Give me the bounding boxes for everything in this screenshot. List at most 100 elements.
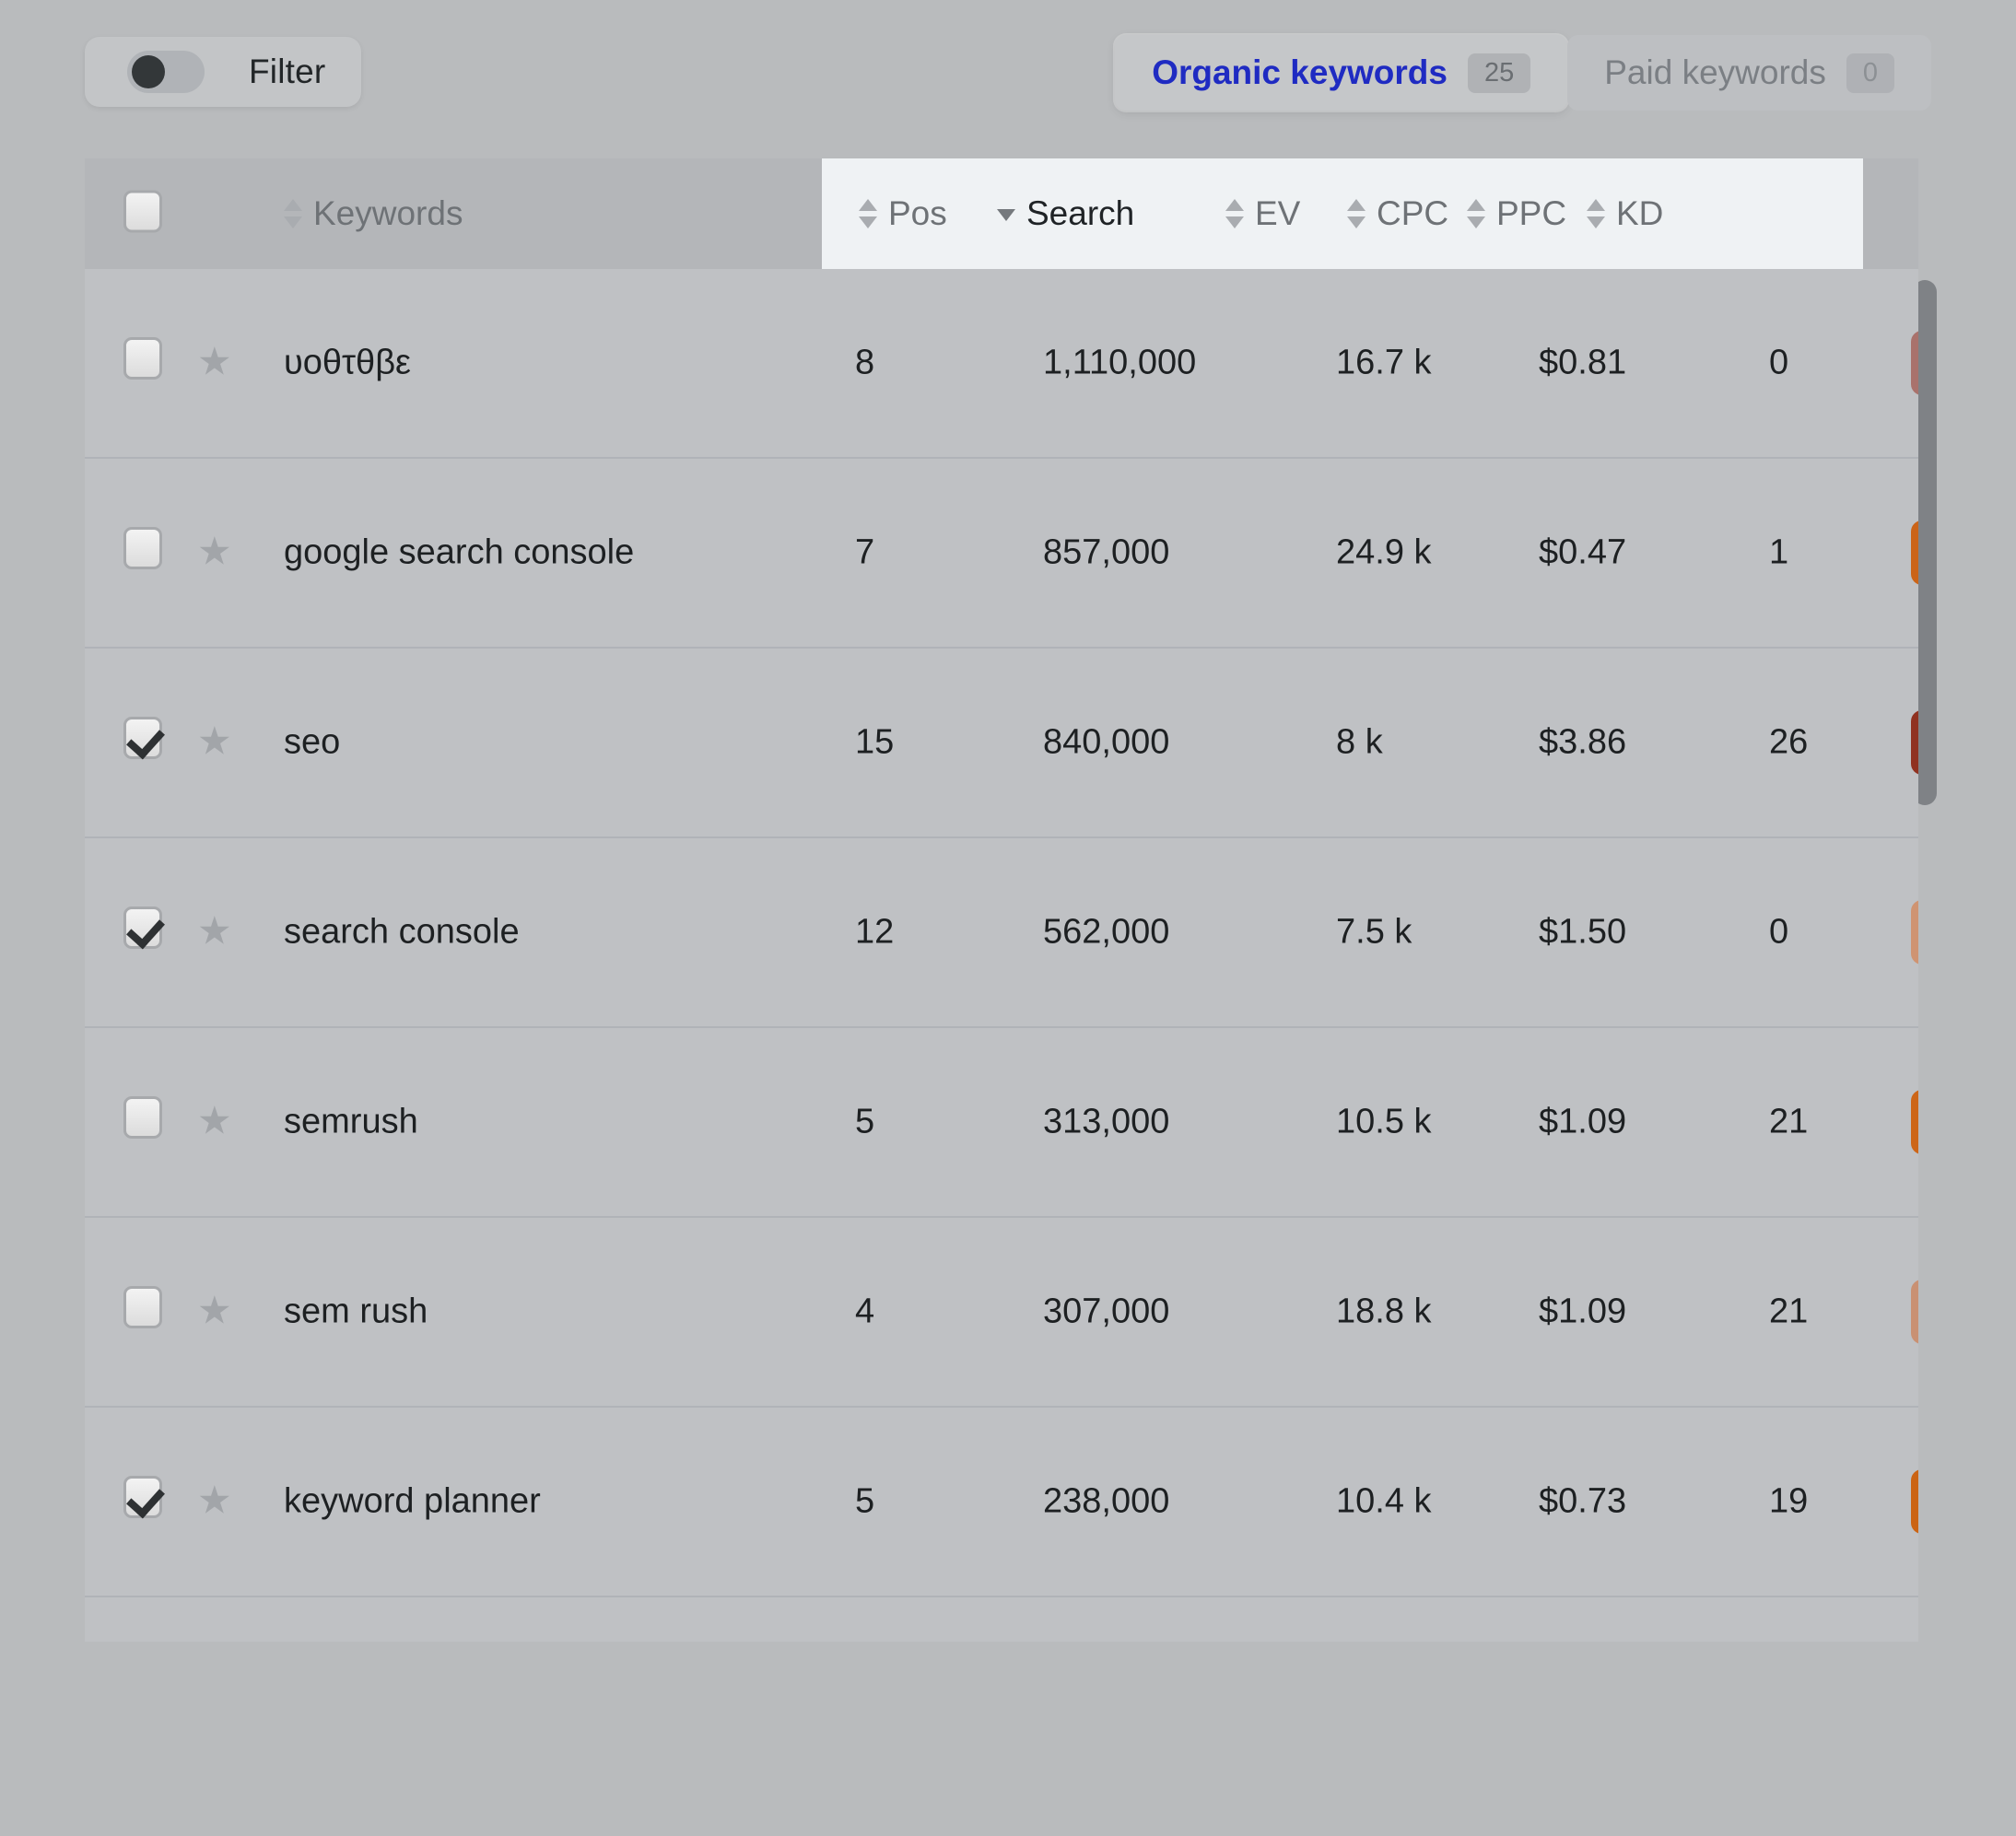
table-row[interactable]: ★semrush5313,00010.5 k$1.092157 [85, 1028, 1918, 1218]
row-checkbox[interactable] [123, 1096, 162, 1148]
cell-pos: 5 [855, 1103, 874, 1142]
cell-keyword: sem rush [284, 1292, 428, 1332]
cell-search: 840,000 [1043, 723, 1169, 763]
star-icon[interactable]: ★ [197, 532, 232, 574]
star-icon[interactable]: ★ [197, 722, 232, 764]
column-header-ppc[interactable]: PPC [1467, 194, 1566, 233]
sort-icon [859, 198, 877, 229]
star-icon[interactable]: ★ [197, 912, 232, 953]
cell-ev: 10.4 k [1336, 1482, 1432, 1522]
cell-kd: 57 [1911, 1090, 1918, 1154]
row-checkbox[interactable] [123, 1286, 162, 1338]
cell-keyword: google search console [284, 533, 634, 573]
cell-pos: 5 [855, 1482, 874, 1522]
cell-ev: 18.8 k [1336, 1292, 1432, 1332]
column-header-keywords-label: Keywords [313, 194, 463, 233]
kd-badge: 70 [1911, 331, 1918, 395]
cell-kd: 53 [1911, 1280, 1918, 1344]
kd-badge: 57 [1911, 1090, 1918, 1154]
table-row[interactable]: ★search console12562,0007.5 k$1.50062 [85, 838, 1918, 1028]
cell-keyword: keyword planner [284, 1482, 541, 1522]
kd-badge: 62 [1911, 900, 1918, 965]
cell-ev: 8 k [1336, 723, 1383, 763]
sort-icon [284, 198, 302, 229]
column-header-cpc[interactable]: CPC [1347, 194, 1448, 233]
select-all-checkbox[interactable] [123, 191, 162, 238]
filter-toggle-switch[interactable] [127, 51, 205, 93]
cell-ev: 24.9 k [1336, 533, 1432, 573]
column-header-keywords[interactable]: Keywords [284, 194, 463, 233]
row-checkbox[interactable] [123, 1476, 162, 1527]
table-row[interactable]: ★ keyword planner 5 238,000 10.4 k $0.73 19 65 [85, 1408, 1918, 1597]
cell-keyword: seo [284, 723, 340, 763]
sort-icon [1347, 198, 1365, 229]
sort-icon [1467, 198, 1485, 229]
cell-cpc: $0.47 [1539, 533, 1626, 573]
tab-paid-keywords[interactable]: Paid keywords 0 [1567, 35, 1931, 111]
table-row[interactable]: ★υοθτθβε81,110,00016.7 k$0.81070 [85, 269, 1918, 459]
table-row[interactable]: ★keywords google planner7219,0006.4 k$1.… [85, 1597, 1918, 1642]
column-header-kd[interactable]: KD [1587, 194, 1663, 233]
star-icon[interactable]: ★ [197, 343, 232, 384]
table-header-row: Keywords Pos Search EV CPC [85, 158, 1918, 269]
row-checkbox[interactable] [123, 906, 162, 958]
keyword-tabs: Organic keywords 25 Paid keywords 0 [1115, 35, 1931, 111]
cell-pos: 7 [855, 533, 874, 573]
cell-cpc: $1.09 [1539, 1292, 1626, 1332]
tab-paid-keywords-count: 0 [1846, 53, 1894, 93]
cell-ppc: 21 [1769, 1292, 1808, 1332]
tab-paid-keywords-label: Paid keywords [1604, 53, 1826, 92]
toolbar: Filter Organic keywords 25 Paid keywords… [0, 0, 2016, 129]
cell-kd: 66 [1911, 520, 1918, 585]
filter-label: Filter [249, 53, 325, 91]
row-checkbox[interactable] [123, 717, 162, 768]
star-icon[interactable]: ★ [197, 1292, 232, 1333]
column-header-search[interactable]: Search [997, 194, 1134, 233]
star-icon[interactable]: ★ [197, 1102, 232, 1143]
column-header-ppc-label: PPC [1496, 194, 1566, 233]
cell-ev: 7.5 k [1336, 913, 1412, 953]
cell-cpc: $3.86 [1539, 723, 1626, 763]
cell-kd: 71 [1911, 710, 1918, 775]
cell-cpc: $0.81 [1539, 344, 1626, 383]
cell-keyword: semrush [284, 1103, 418, 1142]
cell-pos: 15 [855, 723, 894, 763]
keywords-table: Keywords Pos Search EV CPC [85, 158, 1918, 1642]
column-header-ev[interactable]: EV [1225, 194, 1300, 233]
table-row[interactable]: ★ google search console 7 857,000 24.9 k $0.4… [85, 459, 1918, 649]
filter-toggle-control[interactable]: Filter [85, 37, 361, 107]
kd-badge: 65 [1911, 1469, 1918, 1534]
row-checkbox[interactable] [123, 337, 162, 389]
sort-desc-icon [997, 198, 1015, 229]
kd-badge: 66 [1911, 520, 1918, 585]
tab-organic-keywords-label: Organic keywords [1152, 53, 1448, 92]
sort-icon [1587, 198, 1605, 229]
cell-ppc: 26 [1769, 723, 1808, 763]
header-metrics-panel: Pos Search EV CPC PPC [822, 158, 1863, 269]
cell-pos: 12 [855, 913, 894, 953]
kd-badge: 71 [1911, 710, 1918, 775]
table-row[interactable]: ★ seo 15 840,000 8 k $3.86 26 71 [85, 649, 1918, 838]
column-header-pos[interactable]: Pos [859, 194, 947, 233]
footer-bar: 3 / 25 Search: 1.6 mET: 26 kSP: 11CPC: $… [0, 1652, 2016, 1836]
cell-search: 1,110,000 [1043, 344, 1196, 383]
cell-ppc: 19 [1769, 1482, 1808, 1522]
cell-cpc: $1.50 [1539, 913, 1626, 953]
cell-cpc: $0.73 [1539, 1482, 1626, 1522]
tab-organic-keywords[interactable]: Organic keywords 25 [1115, 35, 1567, 111]
column-header-pos-label: Pos [888, 194, 947, 233]
star-icon[interactable]: ★ [197, 1481, 232, 1523]
cell-search: 307,000 [1043, 1292, 1169, 1332]
cell-ev: 10.5 k [1336, 1103, 1432, 1142]
sort-icon [1225, 198, 1244, 229]
toggle-knob [132, 55, 165, 88]
cell-pos: 4 [855, 1292, 874, 1332]
cell-ppc: 0 [1769, 913, 1788, 953]
column-header-ev-label: EV [1255, 194, 1300, 233]
cell-search: 857,000 [1043, 533, 1169, 573]
cell-ppc: 21 [1769, 1103, 1808, 1142]
table-row[interactable]: ★ sem rush 4 307,000 18.8 k $1.09 21 53 [85, 1218, 1918, 1408]
cell-search: 238,000 [1043, 1482, 1169, 1522]
column-header-kd-label: KD [1616, 194, 1663, 233]
row-checkbox[interactable] [123, 527, 162, 579]
